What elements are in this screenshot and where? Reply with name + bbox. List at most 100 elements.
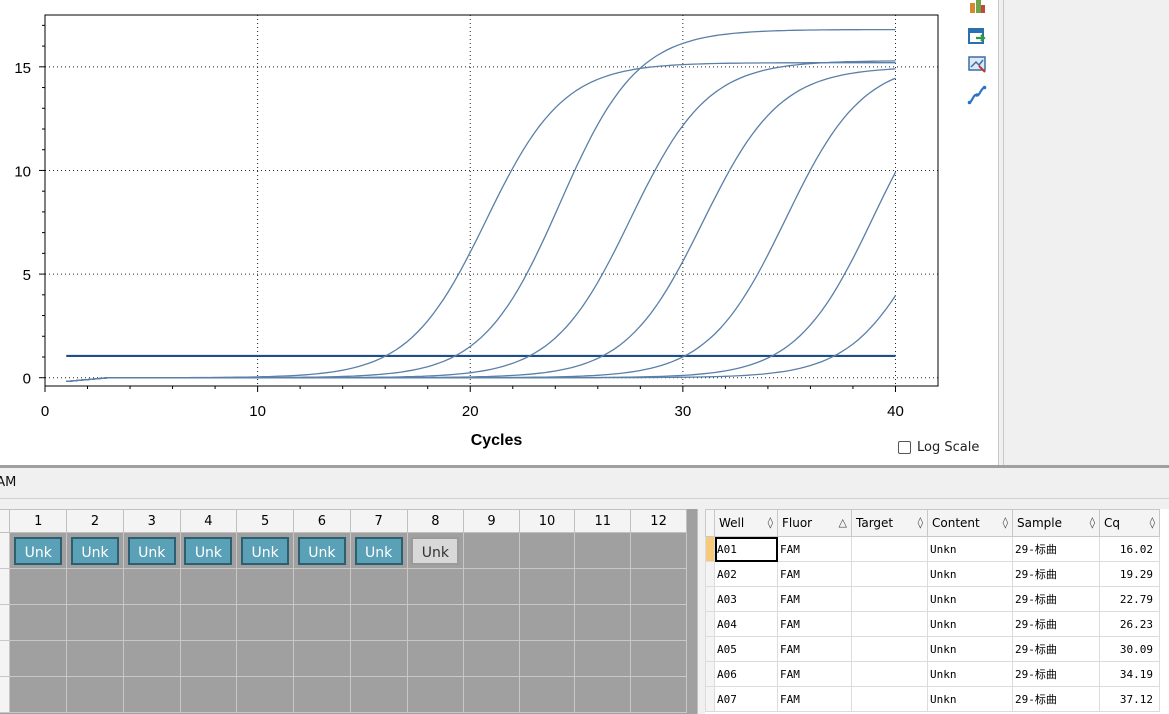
plate-column-header[interactable]: 6 — [293, 509, 351, 533]
plate-well[interactable] — [574, 676, 632, 713]
table-row[interactable]: A03 FAM Unkn 29-标曲 22.79 — [705, 586, 1160, 612]
plate-well[interactable] — [236, 640, 295, 677]
plate-well[interactable] — [630, 568, 687, 605]
plate-well[interactable] — [9, 604, 68, 641]
amplification-curve-a01[interactable] — [66, 62, 896, 383]
table-cell[interactable] — [851, 561, 928, 587]
table-cell[interactable]: 22.79 — [1099, 586, 1160, 612]
plate-well[interactable]: Unk — [406, 532, 465, 569]
plate-well[interactable] — [574, 568, 632, 605]
plate-well[interactable] — [236, 604, 295, 641]
table-cell[interactable]: Unkn — [927, 611, 1013, 637]
plate-well[interactable]: Unk — [122, 532, 181, 569]
plate-well[interactable] — [122, 604, 181, 641]
plate-well[interactable] — [518, 640, 576, 677]
table-row[interactable]: A06 FAM Unkn 29-标曲 34.19 — [705, 661, 1160, 687]
table-cell[interactable]: A01 — [714, 536, 778, 562]
sort-icon[interactable]: △ — [839, 516, 847, 529]
plate-well[interactable] — [518, 568, 576, 605]
table-cell[interactable]: 29-标曲 — [1012, 661, 1100, 687]
plate-column-header[interactable]: 4 — [179, 509, 238, 533]
plate-well[interactable] — [406, 640, 465, 677]
table-cell[interactable]: 19.29 — [1099, 561, 1160, 587]
well-plate-grid[interactable]: 1 2 3 4 5 6 7 8 9 10 11 12 Unk Unk Unk Unk Unk Unk Unk Unk — [0, 509, 697, 714]
plate-column-header[interactable]: 1 — [9, 509, 68, 533]
row-header[interactable] — [705, 686, 715, 712]
plate-well[interactable] — [630, 604, 687, 641]
table-cell[interactable]: 29-标曲 — [1012, 586, 1100, 612]
table-cell[interactable]: A02 — [714, 561, 778, 587]
plate-well[interactable] — [406, 676, 465, 713]
table-cell[interactable] — [851, 636, 928, 662]
plate-well[interactable] — [349, 640, 408, 677]
table-cell[interactable]: FAM — [777, 586, 852, 612]
sort-icon[interactable]: ◊ — [1150, 516, 1155, 529]
table-row[interactable]: A07 FAM Unkn 29-标曲 37.12 — [705, 686, 1160, 712]
table-cell[interactable] — [851, 536, 928, 562]
results-column-header[interactable]: Content ◊ — [927, 509, 1013, 537]
table-cell[interactable]: FAM — [777, 561, 852, 587]
table-cell[interactable]: Unkn — [927, 536, 1013, 562]
plate-well[interactable] — [122, 676, 181, 713]
plate-well[interactable] — [349, 568, 408, 605]
results-column-header[interactable]: Fluor △ — [777, 509, 852, 537]
plate-well[interactable] — [349, 604, 408, 641]
table-cell[interactable]: 29-标曲 — [1012, 611, 1100, 637]
plate-column-header[interactable]: 2 — [66, 509, 124, 533]
results-column-header[interactable]: Target ◊ — [851, 509, 928, 537]
well-content-badge[interactable]: Unk — [70, 536, 119, 565]
plate-well[interactable] — [293, 676, 351, 713]
plate-well[interactable] — [236, 568, 295, 605]
table-cell[interactable]: Unkn — [927, 636, 1013, 662]
table-cell[interactable]: 26.23 — [1099, 611, 1160, 637]
plate-well[interactable] — [9, 640, 68, 677]
table-cell[interactable]: 16.02 — [1099, 536, 1160, 562]
plate-column-header[interactable]: 12 — [630, 509, 687, 533]
table-cell[interactable] — [851, 586, 928, 612]
plate-well[interactable] — [518, 676, 576, 713]
row-header[interactable] — [705, 561, 715, 587]
table-cell[interactable]: 29-标曲 — [1012, 536, 1100, 562]
table-cell[interactable]: Unkn — [927, 561, 1013, 587]
table-cell[interactable]: 34.19 — [1099, 661, 1160, 687]
plate-well[interactable] — [406, 568, 465, 605]
plate-well[interactable] — [293, 604, 351, 641]
zoom-icon[interactable] — [966, 53, 988, 75]
results-table[interactable]: Well ◊ Fluor △ Target ◊ Content ◊ Sample ◊ Cq ◊ A01… — [705, 509, 1169, 714]
plate-well[interactable] — [349, 676, 408, 713]
table-cell[interactable]: A03 — [714, 586, 778, 612]
plate-well[interactable] — [122, 568, 181, 605]
chart-settings-icon[interactable] — [966, 0, 988, 16]
well-content-badge[interactable]: Unk — [127, 536, 176, 565]
table-cell[interactable]: FAM — [777, 661, 852, 687]
table-row[interactable]: A02 FAM Unkn 29-标曲 19.29 — [705, 561, 1160, 587]
table-cell[interactable]: 37.12 — [1099, 686, 1160, 712]
sort-icon[interactable]: ◊ — [918, 516, 923, 529]
plate-well[interactable] — [293, 568, 351, 605]
plate-well[interactable]: Unk — [236, 532, 295, 569]
table-row[interactable]: A04 FAM Unkn 29-标曲 26.23 — [705, 611, 1160, 637]
amplification-curve-a03[interactable] — [66, 60, 896, 383]
plate-column-header[interactable]: 11 — [574, 509, 632, 533]
plate-well[interactable] — [66, 676, 124, 713]
plate-well[interactable] — [463, 568, 520, 605]
plate-well[interactable] — [574, 532, 632, 569]
plate-column-header[interactable]: 5 — [236, 509, 295, 533]
well-content-badge[interactable]: Unk — [411, 536, 460, 565]
results-column-header[interactable]: Sample ◊ — [1012, 509, 1100, 537]
plate-well[interactable] — [630, 532, 687, 569]
table-cell[interactable] — [851, 686, 928, 712]
sort-icon[interactable]: ◊ — [768, 516, 773, 529]
results-column-header[interactable]: Cq ◊ — [1099, 509, 1160, 537]
plate-well[interactable] — [66, 604, 124, 641]
well-content-badge[interactable]: Unk — [14, 536, 63, 565]
plate-column-header[interactable]: 8 — [406, 509, 465, 533]
table-cell[interactable]: Unkn — [927, 586, 1013, 612]
plate-well[interactable] — [9, 568, 68, 605]
plate-well[interactable] — [66, 640, 124, 677]
plate-well[interactable] — [463, 604, 520, 641]
plate-well[interactable] — [179, 568, 238, 605]
log-scale-checkbox[interactable]: Log Scale — [898, 437, 979, 457]
table-cell[interactable]: A06 — [714, 661, 778, 687]
table-row[interactable]: A01 FAM Unkn 29-标曲 16.02 — [705, 536, 1160, 562]
